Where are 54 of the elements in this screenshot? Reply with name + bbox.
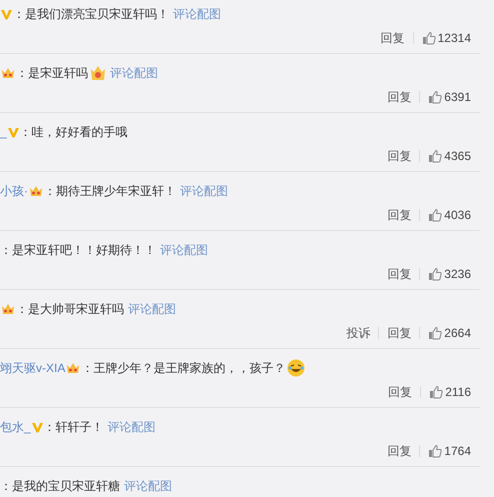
- comment-text: ：是我们漂亮宝贝宋亚轩吗！: [13, 6, 169, 23]
- comment-image-link[interactable]: 评论配图: [110, 64, 158, 82]
- reply-link[interactable]: 回复: [380, 29, 405, 47]
- thumbs-up-icon[interactable]: [428, 90, 442, 104]
- reply-link[interactable]: 回复: [388, 383, 412, 401]
- reply-link[interactable]: 投诉: [346, 324, 370, 342]
- vip-badge-icon: [32, 422, 43, 432]
- user-name-link[interactable]: 翊天驱v-XIA: [0, 359, 66, 377]
- user-name-link[interactable]: _: [0, 123, 7, 141]
- comment-text: ：期待王牌少年宋亚轩！: [44, 183, 176, 200]
- comment-image-link[interactable]: 评论配图: [180, 182, 228, 200]
- laughing-face-icon: [287, 359, 306, 377]
- comment-image-link[interactable]: 评论配图: [173, 5, 221, 23]
- crown-sticker-icon: [90, 65, 106, 81]
- reply-link[interactable]: 回复: [387, 88, 412, 106]
- like-count: 2664: [444, 325, 471, 342]
- user-name-link[interactable]: 小孩·: [0, 182, 28, 200]
- thumbs-up-icon[interactable]: [429, 385, 444, 399]
- crown-badge-icon: [1, 303, 15, 315]
- comment-text: ：轩轩子！: [44, 419, 104, 436]
- comment-image-link[interactable]: 评论配图: [124, 477, 172, 495]
- comment-text: ：是宋亚轩吗: [16, 65, 88, 82]
- comment-text: ：哇，好好看的手哦: [20, 124, 128, 141]
- like-count: 4036: [444, 207, 471, 224]
- like-count: 3236: [444, 266, 471, 283]
- thumbs-up-icon[interactable]: [422, 31, 436, 45]
- reply-link[interactable]: 回复: [387, 265, 412, 283]
- crown-badge-icon: [29, 185, 43, 197]
- reply-link[interactable]: 回复: [387, 206, 412, 224]
- comment-image-link[interactable]: 评论配图: [160, 241, 208, 259]
- reply-link[interactable]: 回复: [387, 147, 412, 165]
- user-name-link[interactable]: 包水_: [0, 418, 31, 436]
- comment-text: ：是我的宝贝宋亚轩糖: [0, 478, 120, 495]
- thumbs-up-icon[interactable]: [428, 267, 442, 281]
- thumbs-up-icon[interactable]: [428, 326, 442, 340]
- reply-link[interactable]: 回复: [387, 324, 412, 342]
- vip-badge-icon: [1, 8, 12, 20]
- comment-text: ：是宋亚轩吧！！好期待！！: [0, 242, 156, 259]
- crown-badge-icon: [66, 362, 80, 374]
- comment-text: ：王牌少年？是王牌家族的，，孩子？: [81, 360, 286, 377]
- vip-badge-icon: [8, 126, 19, 138]
- comment-image-link[interactable]: 评论配图: [108, 418, 156, 436]
- comment-image-link[interactable]: 评论配图: [128, 300, 176, 318]
- like-count: 4365: [444, 148, 471, 165]
- comment-text: ：是大帅哥宋亚轩吗: [16, 301, 124, 318]
- crown-badge-icon: [1, 67, 15, 79]
- reply-link[interactable]: 回复: [387, 442, 412, 460]
- thumbs-up-icon[interactable]: [428, 149, 442, 163]
- thumbs-up-icon[interactable]: [428, 208, 442, 222]
- like-count: 2116: [445, 384, 471, 401]
- like-count: 1764: [444, 443, 471, 460]
- like-count: 12314: [438, 30, 471, 47]
- thumbs-up-icon[interactable]: [428, 444, 442, 458]
- like-count: 6391: [444, 89, 471, 106]
